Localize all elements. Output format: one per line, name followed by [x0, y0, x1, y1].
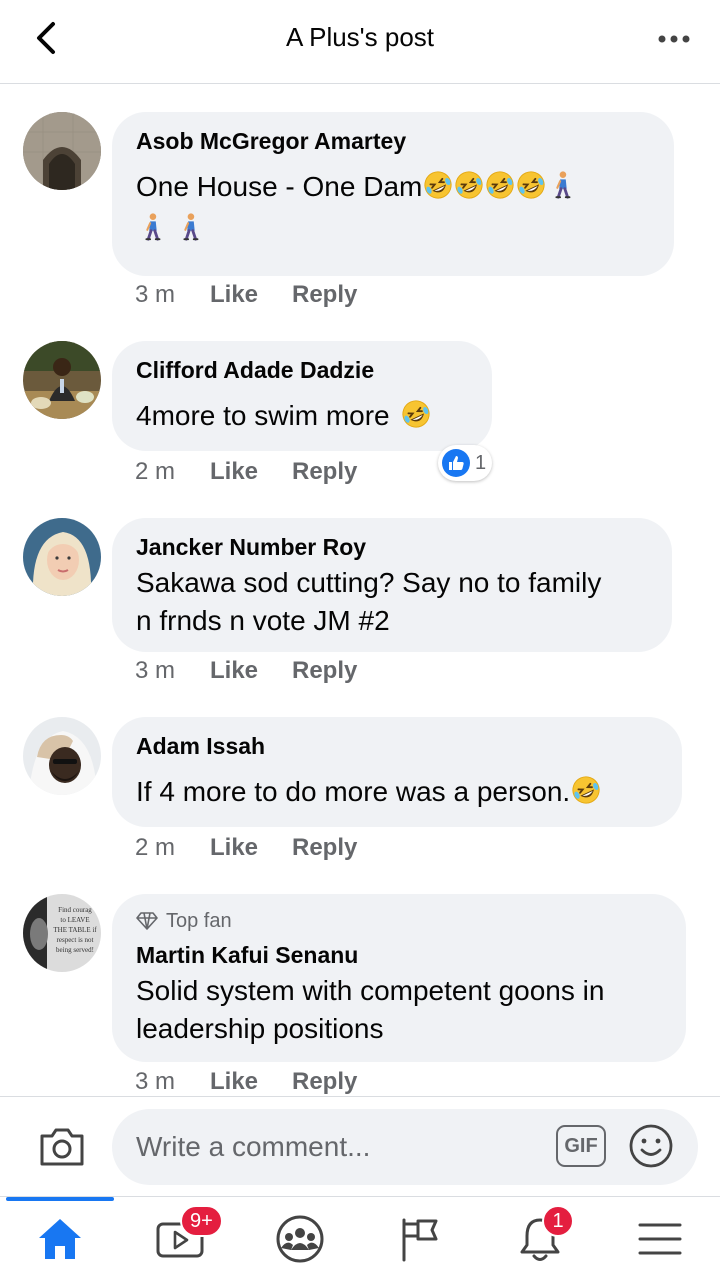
hamburger-menu-icon — [638, 1223, 682, 1255]
comment-actions: 2 m Like Reply — [135, 458, 357, 486]
svg-text:to LEAVE: to LEAVE — [60, 916, 89, 924]
svg-text:Find courag: Find courag — [58, 906, 92, 914]
rolling-on-floor-laughing-emoji — [516, 170, 546, 200]
comment-text: Solid system with competent goons in — [136, 975, 605, 1006]
camera-button[interactable] — [36, 1121, 88, 1173]
avatar[interactable]: Find courag to LEAVE THE TABLE if respec… — [23, 894, 101, 972]
groups-icon — [276, 1215, 324, 1263]
tab-pages[interactable] — [360, 1197, 480, 1280]
comment-text: 4more to swim more — [136, 397, 468, 435]
more-horizontal-icon — [658, 35, 690, 43]
tab-menu[interactable] — [600, 1197, 720, 1280]
svg-text:respect is not: respect is not — [57, 936, 94, 944]
rolling-on-floor-laughing-emoji — [485, 170, 515, 200]
top-app-bar: A Plus's post — [0, 0, 720, 84]
person-walking-emoji — [175, 212, 205, 242]
rolling-on-floor-laughing-emoji — [401, 399, 431, 429]
like-button[interactable]: Like — [210, 281, 292, 309]
comment-text-line2 — [136, 210, 650, 248]
reaction-count: 1 — [475, 451, 487, 474]
tab-watch[interactable]: 9+ — [120, 1197, 240, 1280]
comment-text: If 4 more to do more was a person. — [136, 773, 658, 811]
page-title: A Plus's post — [285, 22, 435, 52]
comment-input[interactable] — [112, 1109, 698, 1185]
notification-badge: 9+ — [180, 1205, 223, 1237]
reply-button[interactable]: Reply — [292, 281, 357, 309]
avatar[interactable] — [23, 112, 101, 190]
diamond-icon — [136, 912, 158, 930]
comment-actions: 3 m Like Reply — [135, 281, 357, 309]
comment-author[interactable]: Asob McGregor Amartey — [136, 126, 650, 156]
camera-icon — [40, 1128, 84, 1166]
comments-list[interactable]: Asob McGregor Amartey One House - One Da… — [0, 85, 720, 1095]
comment-text: One House - One Dam — [136, 168, 650, 206]
flag-icon — [402, 1218, 438, 1262]
comment-timestamp: 2 m — [135, 458, 176, 485]
reply-button[interactable]: Reply — [292, 458, 357, 486]
like-button[interactable]: Like — [210, 657, 292, 685]
like-button[interactable]: Like — [210, 1068, 292, 1095]
svg-text:being served!: being served! — [56, 946, 94, 954]
comment-bubble[interactable]: Top fan Martin Kafui Senanu Solid system… — [112, 894, 686, 1062]
tab-notifications[interactable]: 1 — [480, 1197, 600, 1280]
comment-actions: 3 m Like Reply — [135, 657, 357, 685]
comment-bubble[interactable]: Clifford Adade Dadzie 4more to swim more — [112, 341, 492, 451]
comment-timestamp: 3 m — [135, 1068, 176, 1095]
comment-text-line2: leadership positions — [136, 1013, 384, 1044]
like-button[interactable]: Like — [210, 458, 292, 486]
like-button[interactable]: Like — [210, 834, 292, 862]
comment-bubble[interactable]: Jancker Number Roy Sakawa sod cutting? S… — [112, 518, 672, 652]
bottom-tab-bar: 9+ 1 — [0, 1196, 720, 1280]
avatar[interactable] — [23, 341, 101, 419]
home-icon — [39, 1219, 81, 1259]
more-options-button[interactable] — [654, 24, 694, 54]
notification-badge: 1 — [542, 1205, 574, 1237]
reply-button[interactable]: Reply — [292, 834, 357, 862]
comment-text-line2: n frnds n vote JM #2 — [136, 605, 390, 636]
tab-groups[interactable] — [240, 1197, 360, 1280]
avatar[interactable] — [23, 518, 101, 596]
svg-text:THE TABLE if: THE TABLE if — [53, 926, 97, 934]
comment-text: Sakawa sod cutting? Say no to family — [136, 567, 602, 598]
top-fan-badge: Top fan — [136, 908, 662, 934]
comment-author[interactable]: Clifford Adade Dadzie — [136, 355, 468, 385]
comment-timestamp: 3 m — [135, 657, 176, 684]
reply-button[interactable]: Reply — [292, 1068, 357, 1095]
rolling-on-floor-laughing-emoji — [423, 170, 453, 200]
comment-author[interactable]: Jancker Number Roy — [136, 532, 648, 562]
avatar[interactable] — [23, 717, 101, 795]
smiley-icon — [629, 1124, 673, 1168]
rolling-on-floor-laughing-emoji — [454, 170, 484, 200]
comment-bubble[interactable]: Asob McGregor Amartey One House - One Da… — [112, 112, 674, 276]
person-walking-emoji — [137, 212, 167, 242]
comment-timestamp: 3 m — [135, 281, 176, 308]
reply-button[interactable]: Reply — [292, 657, 357, 685]
rolling-on-floor-laughing-emoji — [571, 775, 601, 805]
like-thumb-icon — [442, 449, 470, 477]
comment-timestamp: 2 m — [135, 834, 176, 861]
comment-actions: 3 m Like Reply — [135, 1068, 357, 1095]
person-walking-emoji — [547, 170, 577, 200]
comment-author[interactable]: Martin Kafui Senanu — [136, 940, 662, 970]
gif-button[interactable]: GIF — [556, 1125, 606, 1167]
reaction-summary[interactable]: 1 — [438, 445, 493, 481]
comment-author[interactable]: Adam Issah — [136, 731, 658, 761]
emoji-button[interactable] — [628, 1123, 674, 1169]
tab-home[interactable] — [0, 1197, 120, 1280]
comment-composer: GIF — [0, 1096, 720, 1196]
comment-actions: 2 m Like Reply — [135, 834, 357, 862]
comment-bubble[interactable]: Adam Issah If 4 more to do more was a pe… — [112, 717, 682, 827]
